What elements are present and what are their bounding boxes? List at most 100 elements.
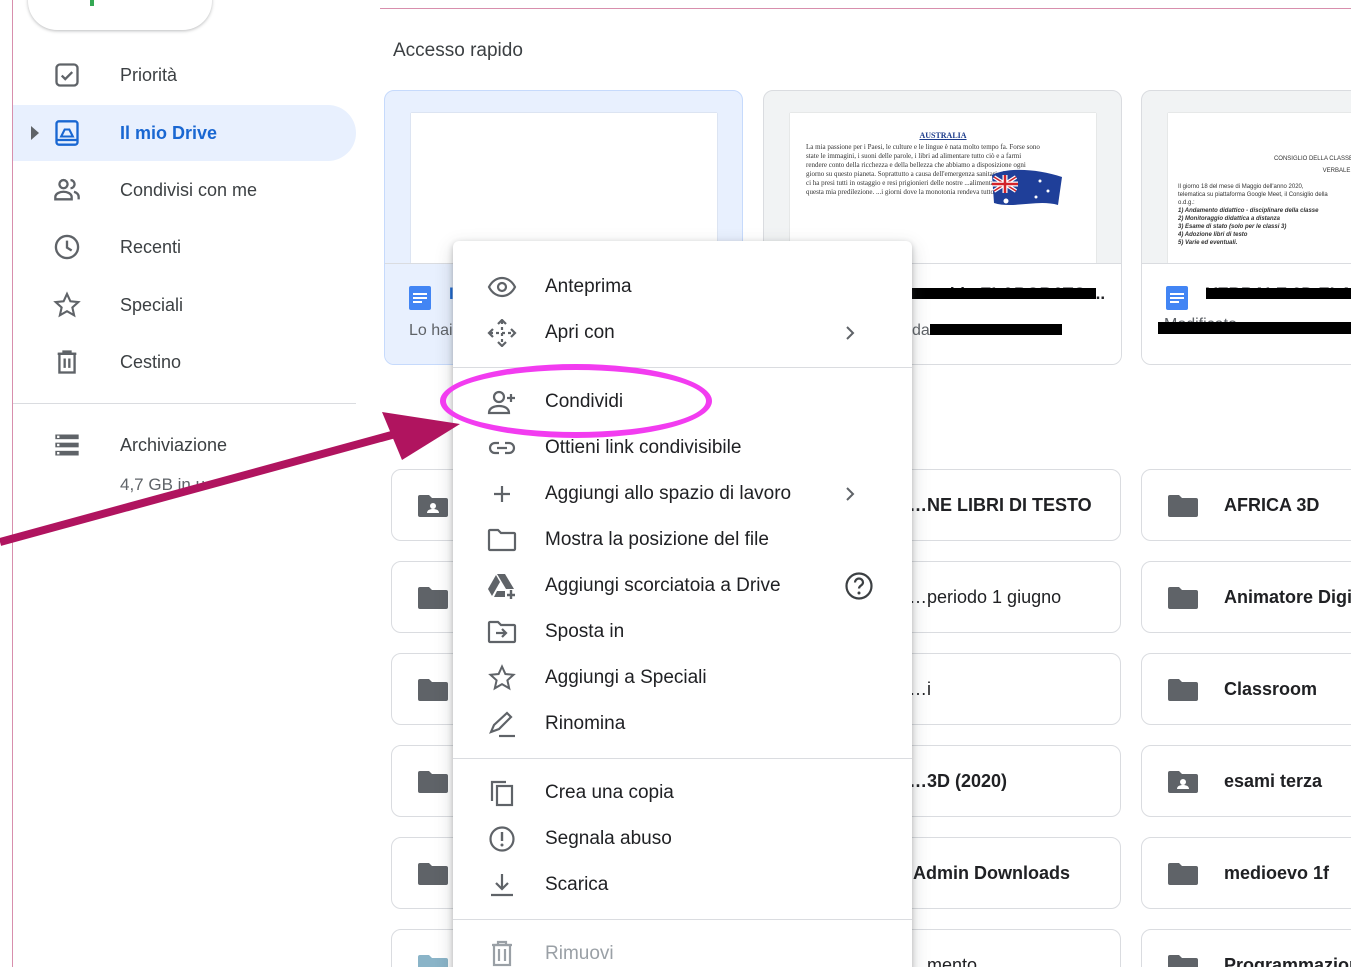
folder-icon	[418, 587, 448, 609]
folder-item[interactable]: Programmazion	[1141, 929, 1351, 967]
preview-line: Il giorno 18 del mese di Maggio dell'ann…	[1178, 184, 1304, 190]
sidebar-item-my-drive[interactable]: Il mio Drive	[13, 105, 356, 161]
help-circle-icon[interactable]	[843, 570, 875, 602]
menu-item-label: Scarica	[545, 874, 609, 895]
folder-label: …NE LIBRI DI TESTO	[909, 494, 1092, 515]
star-outline-icon	[488, 664, 516, 691]
download-icon	[491, 874, 513, 897]
chevron-right-icon	[846, 487, 855, 501]
menu-item-open-with[interactable]: Apri con	[453, 310, 912, 356]
sidebar-item-recent[interactable]: Recenti	[13, 219, 356, 275]
my-drive-icon	[55, 120, 79, 146]
plus-icon	[494, 486, 510, 502]
folder-icon	[1168, 955, 1198, 967]
sidebar-item-priority[interactable]: Priorità	[13, 47, 356, 103]
folder-label: …periodo 1 giugno	[909, 586, 1062, 607]
star-icon	[53, 291, 81, 318]
sidebar-item-label: Priorità	[120, 64, 178, 85]
preview-line: 4) Adozione libri di testo	[1178, 232, 1248, 238]
preview-line: 3) Esame di stato (solo per le classi 3)	[1178, 224, 1287, 230]
folder-item[interactable]: Animatore Digit	[1141, 561, 1351, 633]
chevron-right-icon	[846, 326, 855, 340]
redaction-bar	[1206, 288, 1351, 299]
folder-icon	[418, 771, 448, 793]
new-button[interactable]	[28, 0, 212, 30]
menu-item-download[interactable]: Scarica	[453, 862, 912, 908]
link-icon	[488, 441, 516, 455]
preview-line: telematica su piattaforma Google Meet, i…	[1178, 192, 1328, 198]
expand-caret-icon[interactable]	[31, 126, 39, 140]
folder-item[interactable]: esami terza	[1141, 745, 1351, 817]
preview-line: o.d.g.:	[1178, 200, 1195, 206]
menu-item-label: Segnala abuso	[545, 828, 672, 849]
trash-icon	[57, 350, 77, 374]
menu-item-label: Rimuovi	[545, 943, 614, 964]
folder-label: Admin Downloads	[913, 862, 1070, 883]
menu-item-report-abuse[interactable]: Segnala abuso	[453, 816, 912, 862]
google-doc-icon	[1166, 286, 1188, 310]
folder-label: medioevo 1f	[1224, 862, 1330, 883]
eye-icon	[487, 276, 517, 298]
folder-item[interactable]: Classroom	[1141, 653, 1351, 725]
menu-item-rename[interactable]: Rinomina	[453, 701, 912, 747]
sidebar-item-label: Cestino	[120, 351, 182, 372]
menu-item-label: Ottieni link condivisibile	[545, 437, 742, 458]
menu-item-label: Crea una copia	[545, 782, 674, 803]
folder-outline-icon	[487, 528, 517, 552]
highlight-ellipse-annotation	[440, 364, 712, 438]
sidebar-item-trash[interactable]: Cestino	[13, 334, 356, 390]
shared-people-icon	[54, 178, 80, 201]
folder-label: Animatore Digit	[1224, 586, 1351, 607]
move-to-folder-icon	[487, 620, 517, 644]
folder-label: AFRICA 3D	[1224, 494, 1320, 515]
menu-separator	[453, 919, 912, 920]
menu-item-make-copy[interactable]: Crea una copia	[453, 770, 912, 816]
folder-label: …i	[909, 678, 931, 699]
shared-folder-icon	[1168, 771, 1198, 793]
trash-icon	[492, 940, 512, 967]
quick-access-card[interactable]: CONSIGLIO DELLA CLASSE 3 VERBALE N. Il g…	[1141, 90, 1351, 365]
folder-item[interactable]: AFRICA 3D	[1141, 469, 1351, 541]
sidebar-item-label: Speciali	[120, 294, 184, 315]
folder-label: esami terza	[1224, 770, 1323, 791]
sidebar-item-label: Recenti	[120, 236, 182, 257]
folder-label: …3D (2020)	[909, 770, 1008, 791]
preview-line: 1) Andamento didattico - disciplinare de…	[1178, 208, 1319, 214]
menu-item-label: Sposta in	[545, 621, 625, 642]
folder-icon	[418, 679, 448, 701]
preview-heading: AUSTRALIA	[919, 131, 967, 140]
pencil-icon	[488, 711, 515, 738]
menu-separator	[453, 758, 912, 759]
copy-icon	[490, 780, 514, 807]
arrow-annotation-icon	[0, 412, 460, 546]
menu-item-add-starred[interactable]: Aggiungi a Speciali	[453, 655, 912, 701]
sidebar-item-label: Condivisi con me	[120, 179, 258, 200]
menu-item-label: Aggiungi a Speciali	[545, 667, 707, 688]
folder-icon	[1168, 495, 1198, 517]
menu-item-move-to[interactable]: Sposta in	[453, 609, 912, 655]
quick-access-title: Accesso rapido	[393, 40, 523, 61]
preview-line: 2) Monitoraggio didattica a distanza	[1178, 216, 1281, 222]
redaction-bar	[1158, 322, 1351, 334]
sidebar-item-shared[interactable]: Condivisi con me	[13, 162, 356, 218]
preview-line: CONSIGLIO DELLA CLASSE 3	[1273, 156, 1351, 162]
sidebar-item-starred[interactable]: Speciali	[13, 277, 356, 333]
preview-line: 5) Varie ed eventuali.	[1178, 240, 1238, 246]
menu-item-label: Apri con	[545, 322, 615, 343]
folder-icon	[1168, 863, 1198, 885]
menu-item-label: Mostra la posizione del file	[545, 529, 769, 550]
menu-item-show-location[interactable]: Mostra la posizione del file	[453, 517, 912, 563]
menu-item-add-shortcut[interactable]: Aggiungi scorciatoia a Drive	[453, 563, 912, 609]
folder-icon	[418, 955, 448, 967]
priority-check-icon	[55, 63, 79, 87]
folder-item[interactable]: medioevo 1f	[1141, 837, 1351, 909]
context-menu: Anteprima Apri con Condividi Ottieni lin…	[453, 241, 912, 967]
menu-item-add-workspace[interactable]: Aggiungi allo spazio di lavoro	[453, 471, 912, 517]
drive-shortcut-icon	[488, 574, 515, 599]
menu-item-label: Rinomina	[545, 713, 626, 734]
card-subtitle: da	[912, 322, 930, 339]
folder-label: …mento	[909, 954, 978, 967]
menu-item-remove[interactable]: Rimuovi	[453, 931, 912, 967]
menu-item-preview[interactable]: Anteprima	[453, 264, 912, 310]
redaction-bar	[894, 288, 1096, 299]
